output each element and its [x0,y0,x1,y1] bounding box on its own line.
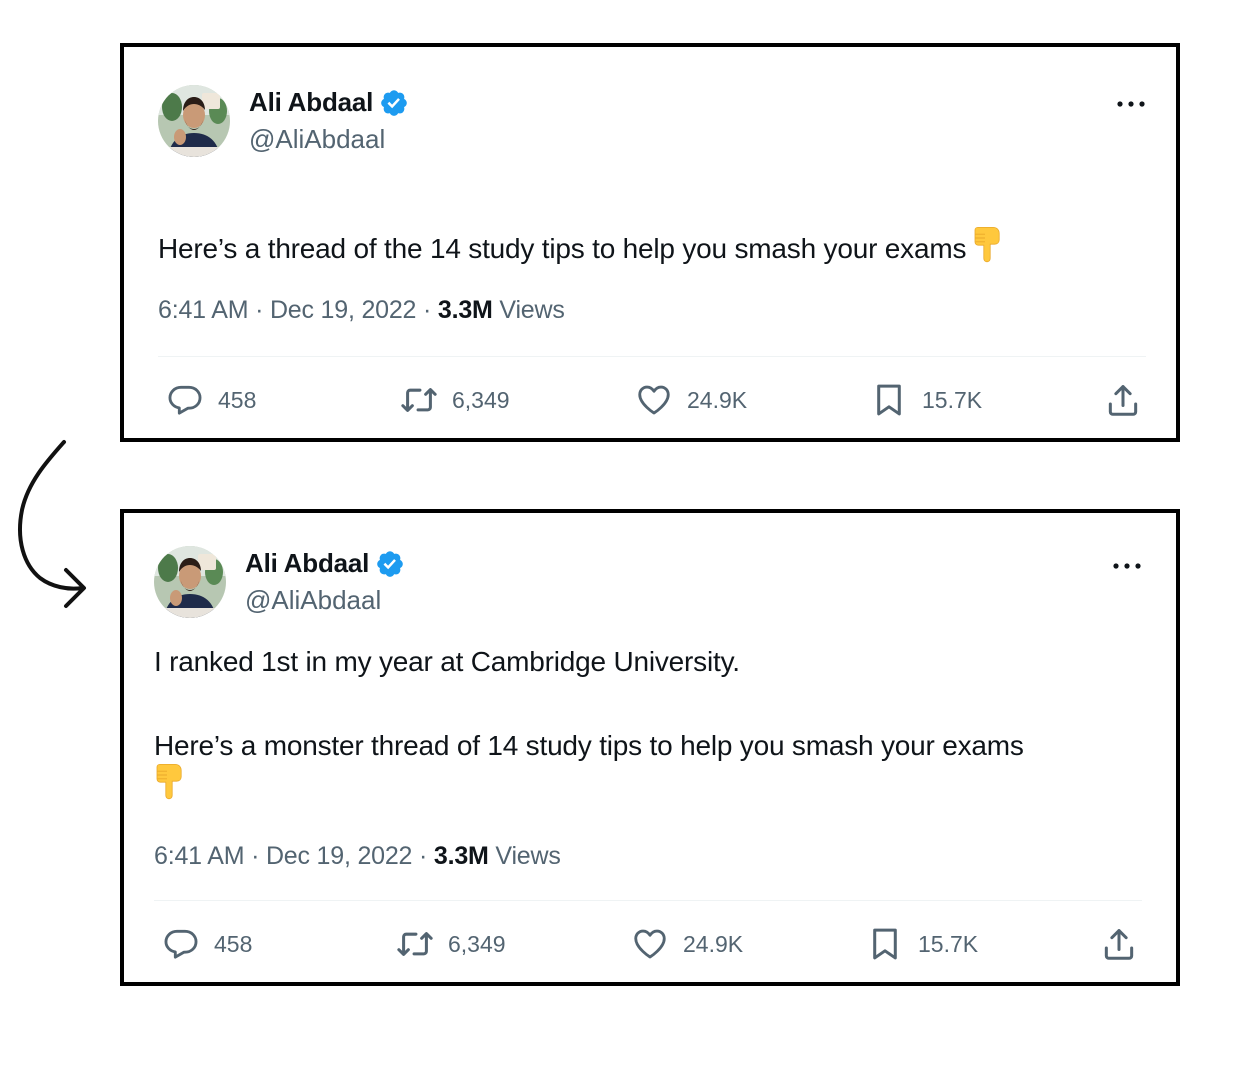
views-label: Views [488,842,561,870]
views-count: 3.3M [437,296,493,324]
share-icon [1100,925,1138,963]
tweet-timestamp[interactable]: 6:41 AM · Dec 19, 2022 · [158,296,438,324]
heart-icon [631,925,669,963]
divider [158,356,1146,357]
like-count: 24.9K [687,386,748,413]
author-name-row: Ali Abdaal [249,87,409,118]
retweet-icon [396,925,434,963]
retweet-count: 6,349 [452,386,510,413]
tweet-meta: 6:41 AM · Dec 19, 2022 · 3.3M Views [154,842,561,871]
reply-count: 458 [214,930,253,957]
bookmark-icon [866,925,904,963]
share-icon [1104,381,1142,419]
tweet-text: Here’s a thread of the 14 study tips to … [158,226,1002,266]
like-count: 24.9K [683,930,744,957]
verified-badge-icon [375,549,405,579]
bookmark-button[interactable]: 15.7K [870,381,982,419]
verified-badge-icon [379,88,409,118]
author-avatar[interactable] [158,85,230,157]
tweet-text-line-2: Here’s a monster thread of 14 study tips… [154,729,1144,805]
retweet-count: 6,349 [448,930,506,957]
reply-button[interactable]: 458 [162,925,252,963]
reply-icon [162,925,200,963]
divider [154,900,1142,901]
bookmark-count: 15.7K [918,930,979,957]
share-button[interactable] [1104,381,1142,419]
retweet-button[interactable]: 6,349 [396,925,506,963]
pointing-down-emoji-icon [972,226,1002,266]
tweet-text-line-1: I ranked 1st in my year at Cambridge Uni… [154,646,740,677]
like-button[interactable]: 24.9K [631,925,743,963]
reply-button[interactable]: 458 [166,381,256,419]
author-handle[interactable]: @AliAbdaal [245,585,381,616]
bookmark-icon [870,381,908,419]
author-name-row: Ali Abdaal [245,548,405,579]
author-name[interactable]: Ali Abdaal [245,548,369,579]
tweet-meta: 6:41 AM · Dec 19, 2022 · 3.3M Views [158,296,565,325]
revised-tweet-card: Ali Abdaal @AliAbdaal I ranked 1st in my… [120,509,1180,986]
heart-icon [635,381,673,419]
author-handle[interactable]: @AliAbdaal [249,124,385,155]
author-name[interactable]: Ali Abdaal [249,87,373,118]
bookmark-button[interactable]: 15.7K [866,925,978,963]
views-label: Views [492,296,565,324]
like-button[interactable]: 24.9K [635,381,747,419]
more-options-icon[interactable] [1112,561,1142,571]
reply-count: 458 [218,386,257,413]
more-options-icon[interactable] [1116,99,1146,109]
views-count: 3.3M [433,842,489,870]
original-tweet-card: Ali Abdaal @AliAbdaal Here’s a thread of… [120,43,1180,442]
bookmark-count: 15.7K [922,386,983,413]
reply-icon [166,381,204,419]
share-button[interactable] [1100,925,1138,963]
tweet-timestamp[interactable]: 6:41 AM · Dec 19, 2022 · [154,842,434,870]
tweet-text-body: Here’s a thread of the 14 study tips to … [158,233,967,264]
curved-arrow-icon [10,430,110,620]
retweet-button[interactable]: 6,349 [400,381,510,419]
retweet-icon [400,381,438,419]
tweet-text-body: Here’s a monster thread of 14 study tips… [154,730,1024,761]
author-avatar[interactable] [154,546,226,618]
pointing-down-emoji-icon [154,763,184,803]
